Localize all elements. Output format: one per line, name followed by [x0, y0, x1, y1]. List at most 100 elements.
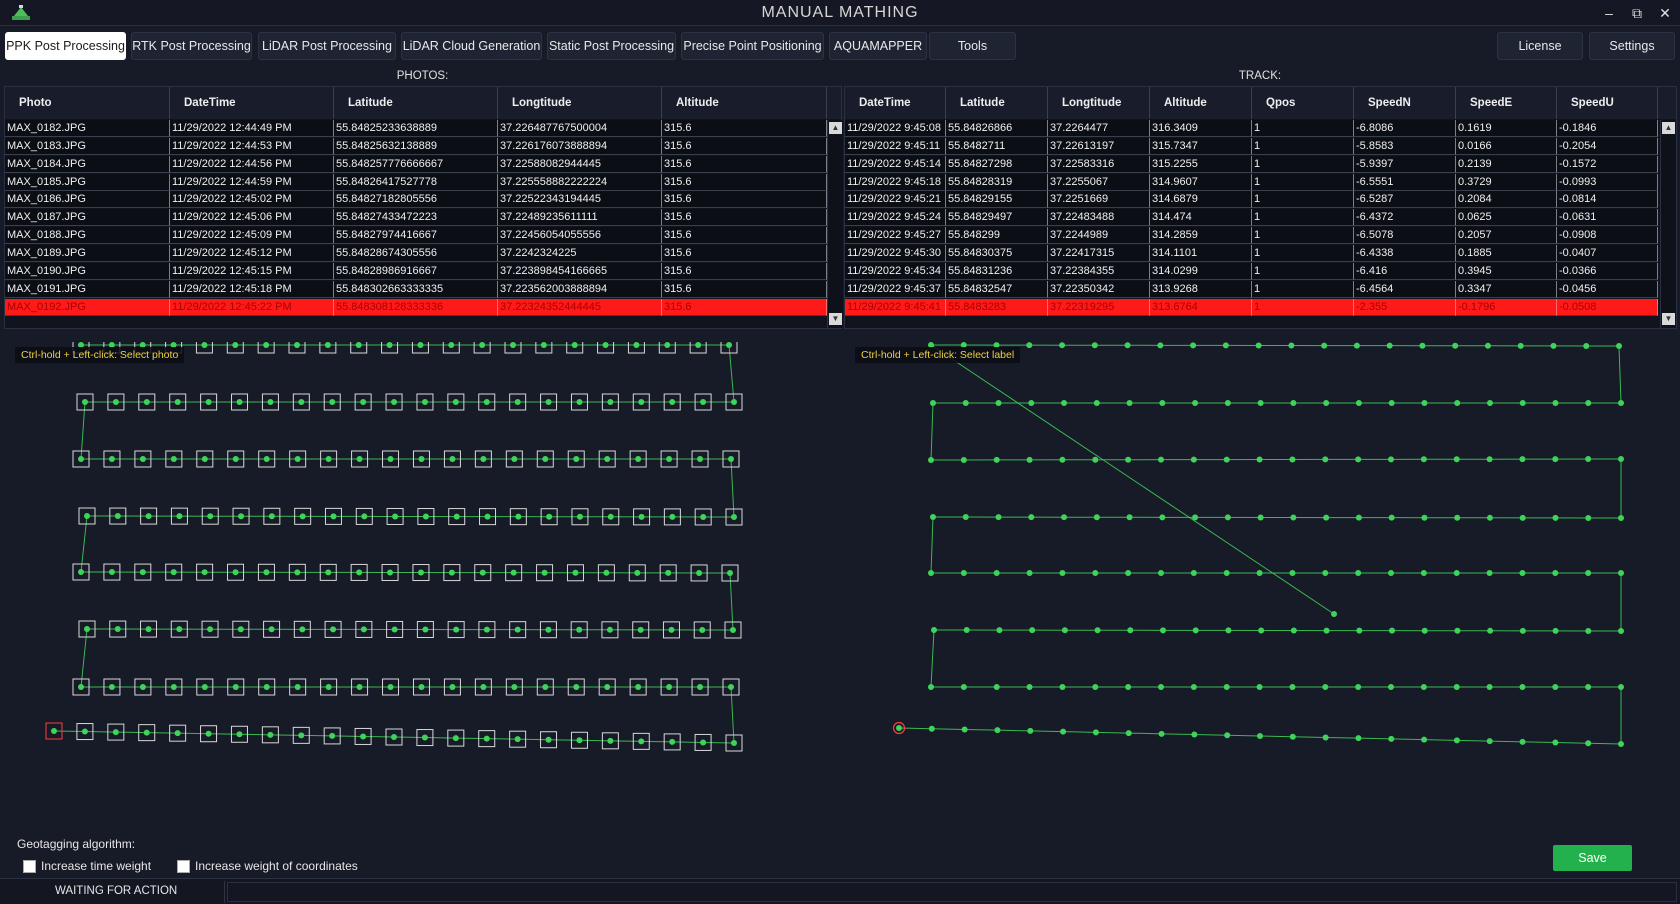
track-point[interactable] — [1618, 400, 1624, 406]
track-point[interactable] — [1453, 456, 1460, 463]
track-point[interactable] — [1190, 570, 1197, 576]
track-point[interactable] — [1290, 514, 1297, 521]
track-point[interactable] — [1223, 570, 1230, 576]
track-point[interactable] — [960, 570, 967, 576]
column-header-speedn[interactable]: SpeedN — [1354, 87, 1456, 119]
track-point[interactable] — [1420, 570, 1427, 576]
track-point[interactable] — [1092, 456, 1099, 463]
table-row[interactable]: MAX_0182.JPG 11/29/2022 12:44:49 PM 55.848… — [5, 120, 827, 137]
table-row[interactable]: 11/29/2022 9:45:14 55.84827298 37.22583316… — [845, 155, 1658, 173]
track-point[interactable] — [1092, 729, 1099, 736]
track-point[interactable] — [896, 725, 902, 731]
table-row[interactable]: MAX_0188.JPG 11/29/2022 12:45:09 PM 55.848… — [5, 227, 827, 245]
track-point[interactable] — [1453, 570, 1460, 576]
table-row[interactable]: 11/29/2022 9:45:11 55.8482711 37.22613197 3… — [845, 137, 1658, 155]
track-point[interactable] — [1355, 570, 1362, 576]
track-point[interactable] — [995, 514, 1002, 521]
table-row[interactable]: 11/29/2022 9:45:34 55.84831236 37.22384355… — [845, 262, 1658, 280]
column-header-speede[interactable]: SpeedE — [1456, 87, 1557, 119]
track-point[interactable] — [1552, 627, 1559, 634]
scroll-up-icon[interactable]: ▲ — [829, 122, 842, 134]
table-row[interactable]: 11/29/2022 9:45:27 55.848299 37.2244989 314… — [845, 227, 1658, 245]
table-row[interactable]: 11/29/2022 9:45:08 55.84826866 37.2264477 3… — [845, 120, 1658, 137]
table-row[interactable]: 11/29/2022 9:45:18 55.84828319 37.2255067 3… — [845, 173, 1658, 191]
track-point[interactable] — [1552, 739, 1559, 746]
track-point[interactable] — [1093, 514, 1100, 521]
track-point[interactable] — [1059, 684, 1066, 690]
track-point[interactable] — [1618, 570, 1624, 576]
track-point[interactable] — [1061, 400, 1068, 406]
track-point[interactable] — [1027, 727, 1034, 734]
table-row[interactable]: MAX_0186.JPG 11/29/2022 12:45:02 PM 55.848… — [5, 191, 827, 209]
track-point[interactable] — [1486, 570, 1493, 576]
scroll-up-icon[interactable]: ▲ — [1662, 122, 1675, 134]
column-header-qpos[interactable]: Qpos — [1252, 87, 1354, 119]
track-point[interactable] — [1289, 733, 1296, 740]
track-point[interactable] — [1256, 570, 1263, 576]
table-row[interactable]: 11/29/2022 9:45:37 55.84832547 37.22350342… — [845, 280, 1658, 298]
track-point[interactable] — [1454, 514, 1461, 521]
tab-settings[interactable]: Settings — [1589, 32, 1675, 60]
track-point[interactable] — [928, 570, 934, 576]
column-header-datetime[interactable]: DateTime — [170, 87, 334, 119]
table-row[interactable]: MAX_0190.JPG 11/29/2022 12:45:15 PM 55.848… — [5, 262, 827, 280]
track-point[interactable] — [1256, 684, 1263, 690]
track-point[interactable] — [1290, 400, 1297, 406]
track-point[interactable] — [1124, 342, 1131, 349]
track-point[interactable] — [1255, 342, 1262, 349]
column-header-longtitude[interactable]: Longtitude — [498, 87, 662, 119]
track-point[interactable] — [1224, 400, 1231, 406]
track-point[interactable] — [1486, 514, 1493, 521]
track-point[interactable] — [1126, 400, 1133, 406]
minimize-icon[interactable]: – — [1598, 2, 1620, 24]
track-point[interactable] — [1288, 342, 1295, 349]
track-point[interactable] — [961, 726, 968, 733]
track-point[interactable] — [1421, 400, 1428, 406]
table-row[interactable]: 11/29/2022 9:45:24 55.84829497 37.22483488… — [845, 209, 1658, 227]
track-point[interactable] — [1552, 514, 1559, 521]
track-point[interactable] — [1191, 731, 1198, 738]
track-point[interactable] — [930, 514, 936, 520]
track-point[interactable] — [1059, 456, 1066, 463]
track-point[interactable] — [962, 400, 969, 406]
track-point[interactable] — [1550, 342, 1557, 349]
track-point[interactable] — [1552, 684, 1559, 690]
track-point[interactable] — [1453, 684, 1460, 690]
track-point[interactable] — [1190, 342, 1197, 349]
track-point[interactable] — [1322, 734, 1329, 741]
scroll-down-icon[interactable]: ▼ — [829, 313, 842, 325]
track-point[interactable] — [1225, 627, 1232, 634]
track-point[interactable] — [1585, 400, 1592, 406]
table-row[interactable]: 11/29/2022 9:45:21 55.84829155 37.2251669 3… — [845, 191, 1658, 209]
table-row[interactable]: MAX_0184.JPG 11/29/2022 12:44:56 PM 55.848… — [5, 155, 827, 173]
track-point[interactable] — [1519, 684, 1526, 690]
track-point[interactable] — [1157, 342, 1164, 349]
track-point[interactable] — [1388, 735, 1395, 742]
track-point[interactable] — [1585, 627, 1592, 634]
save-button[interactable]: Save — [1553, 845, 1632, 871]
track-point[interactable] — [1616, 343, 1622, 349]
column-header-longtitude[interactable]: Longtitude — [1048, 87, 1150, 119]
track-point[interactable] — [1519, 456, 1526, 463]
track-point[interactable] — [1486, 738, 1493, 745]
track-point[interactable] — [1618, 515, 1624, 521]
track-point[interactable] — [1289, 456, 1296, 463]
track-point[interactable] — [1126, 514, 1133, 521]
track-point[interactable] — [1454, 627, 1461, 634]
track-point[interactable] — [928, 684, 934, 690]
scroll-down-icon[interactable]: ▼ — [1662, 313, 1675, 325]
tab-static-post-processing[interactable]: Static Post Processing — [547, 32, 676, 60]
track-point[interactable] — [1222, 342, 1229, 349]
track-point[interactable] — [928, 725, 935, 732]
track-point[interactable] — [1190, 456, 1197, 463]
column-header-altitude[interactable]: Altitude — [662, 87, 827, 119]
track-point[interactable] — [1618, 684, 1624, 690]
track-point[interactable] — [1158, 684, 1164, 690]
track-point[interactable] — [1093, 400, 1100, 406]
track-point[interactable] — [1092, 684, 1099, 690]
track-point[interactable] — [1585, 684, 1592, 690]
track-point[interactable] — [995, 400, 1002, 406]
track-point[interactable] — [1190, 684, 1197, 690]
tab-rtk-post-processing[interactable]: RTK Post Processing — [131, 32, 252, 60]
restore-icon[interactable]: ⧉ — [1626, 2, 1648, 24]
